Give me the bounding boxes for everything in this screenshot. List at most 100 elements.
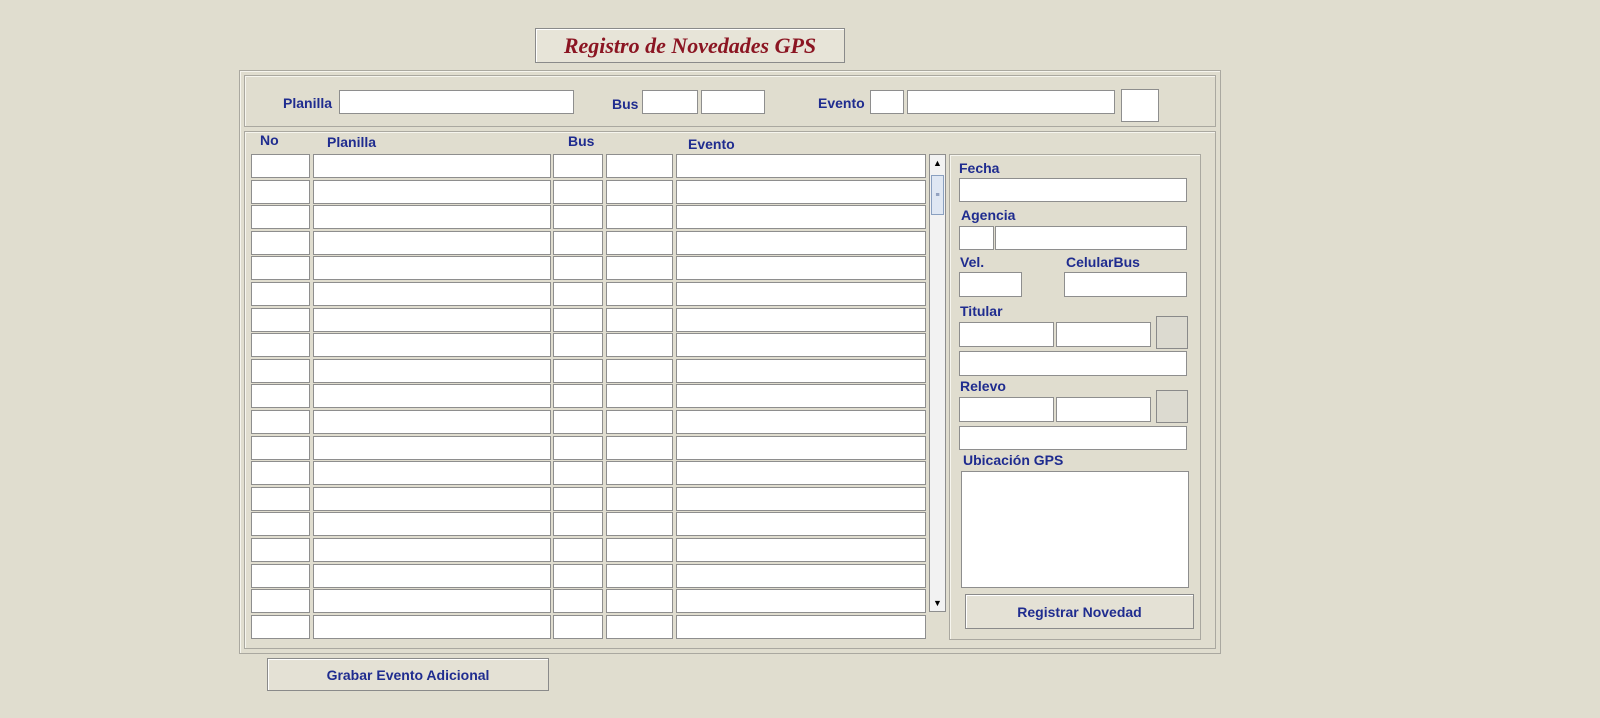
vel-field[interactable] [959,272,1022,297]
evento-desc-input[interactable] [907,90,1115,114]
bus-cell-1[interactable] [553,358,603,383]
bus-cell-1[interactable] [553,538,603,562]
no-cell[interactable] [251,384,310,409]
evento-cell[interactable] [676,179,926,204]
no-cell[interactable] [251,333,310,358]
planilla-cell[interactable] [313,461,551,486]
bus-cell-1[interactable] [553,410,603,434]
bus-cell-2[interactable] [606,563,673,588]
no-cell[interactable] [251,461,310,486]
evento-cell[interactable] [676,538,926,562]
bus-cell-1[interactable] [553,179,603,204]
bus-cell-1[interactable] [553,589,603,614]
bus-cell-1[interactable] [553,256,603,281]
evento-cell[interactable] [676,358,926,383]
evento-cell[interactable] [676,512,926,537]
scroll-thumb[interactable]: ≡ [931,175,944,215]
no-cell[interactable] [251,282,310,306]
planilla-cell[interactable] [313,154,551,178]
bus-cell-2[interactable] [606,486,673,511]
no-cell[interactable] [251,154,310,178]
no-cell[interactable] [251,486,310,511]
bus-cell-2[interactable] [606,358,673,383]
bus-cell-2[interactable] [606,512,673,537]
titular-field-1[interactable] [959,322,1054,347]
no-cell[interactable] [251,256,310,281]
relevo-field-2[interactable] [1056,397,1151,422]
planilla-cell[interactable] [313,179,551,204]
bus-cell-2[interactable] [606,230,673,255]
titular-lookup-button[interactable] [1156,316,1188,349]
bus-cell-2[interactable] [606,154,673,178]
no-cell[interactable] [251,614,310,639]
evento-cell[interactable] [676,256,926,281]
planilla-cell[interactable] [313,512,551,537]
evento-cell[interactable] [676,333,926,358]
evento-cell[interactable] [676,563,926,588]
no-cell[interactable] [251,435,310,460]
bus-cell-2[interactable] [606,410,673,434]
bus-cell-1[interactable] [553,563,603,588]
planilla-cell[interactable] [313,486,551,511]
registrar-novedad-button[interactable]: Registrar Novedad [965,594,1194,629]
titular-name-field[interactable] [959,351,1187,376]
evento-lookup-button[interactable] [1121,89,1159,122]
bus-cell-1[interactable] [553,333,603,358]
evento-cell[interactable] [676,384,926,409]
evento-cell[interactable] [676,307,926,332]
ubicacion-textarea[interactable] [961,471,1189,588]
planilla-cell[interactable] [313,589,551,614]
bus-cell-2[interactable] [606,614,673,639]
planilla-cell[interactable] [313,435,551,460]
no-cell[interactable] [251,410,310,434]
bus-cell-2[interactable] [606,435,673,460]
planilla-cell[interactable] [313,538,551,562]
no-cell[interactable] [251,179,310,204]
bus-cell-2[interactable] [606,179,673,204]
planilla-cell[interactable] [313,410,551,434]
fecha-field[interactable] [959,178,1187,202]
agencia-name-field[interactable] [995,226,1187,250]
relevo-field-1[interactable] [959,397,1054,422]
relevo-lookup-button[interactable] [1156,390,1188,423]
evento-cell[interactable] [676,205,926,230]
grabar-evento-button[interactable]: Grabar Evento Adicional [267,658,549,691]
evento-cell[interactable] [676,282,926,306]
relevo-name-field[interactable] [959,426,1187,450]
grid-scrollbar[interactable]: ▲ ≡ ▼ [929,154,946,612]
evento-cell[interactable] [676,230,926,255]
bus-cell-2[interactable] [606,589,673,614]
titular-field-2[interactable] [1056,322,1151,347]
evento-cell[interactable] [676,435,926,460]
scroll-down-icon[interactable]: ▼ [930,595,945,611]
bus-cell-1[interactable] [553,512,603,537]
no-cell[interactable] [251,563,310,588]
no-cell[interactable] [251,205,310,230]
planilla-cell[interactable] [313,307,551,332]
bus-cell-1[interactable] [553,307,603,332]
bus-cell-2[interactable] [606,461,673,486]
bus-cell-2[interactable] [606,538,673,562]
no-cell[interactable] [251,230,310,255]
bus-cell-1[interactable] [553,230,603,255]
bus-cell-2[interactable] [606,282,673,306]
planilla-cell[interactable] [313,563,551,588]
bus-cell-1[interactable] [553,282,603,306]
bus-cell-2[interactable] [606,256,673,281]
evento-cell[interactable] [676,154,926,178]
evento-cell[interactable] [676,614,926,639]
no-cell[interactable] [251,538,310,562]
bus-cell-1[interactable] [553,461,603,486]
no-cell[interactable] [251,358,310,383]
bus-cell-2[interactable] [606,205,673,230]
planilla-cell[interactable] [313,282,551,306]
agencia-code-field[interactable] [959,226,994,250]
no-cell[interactable] [251,307,310,332]
bus-cell-1[interactable] [553,154,603,178]
planilla-cell[interactable] [313,205,551,230]
planilla-cell[interactable] [313,358,551,383]
bus-cell-1[interactable] [553,205,603,230]
planilla-cell[interactable] [313,230,551,255]
evento-cell[interactable] [676,589,926,614]
bus-cell-1[interactable] [553,384,603,409]
